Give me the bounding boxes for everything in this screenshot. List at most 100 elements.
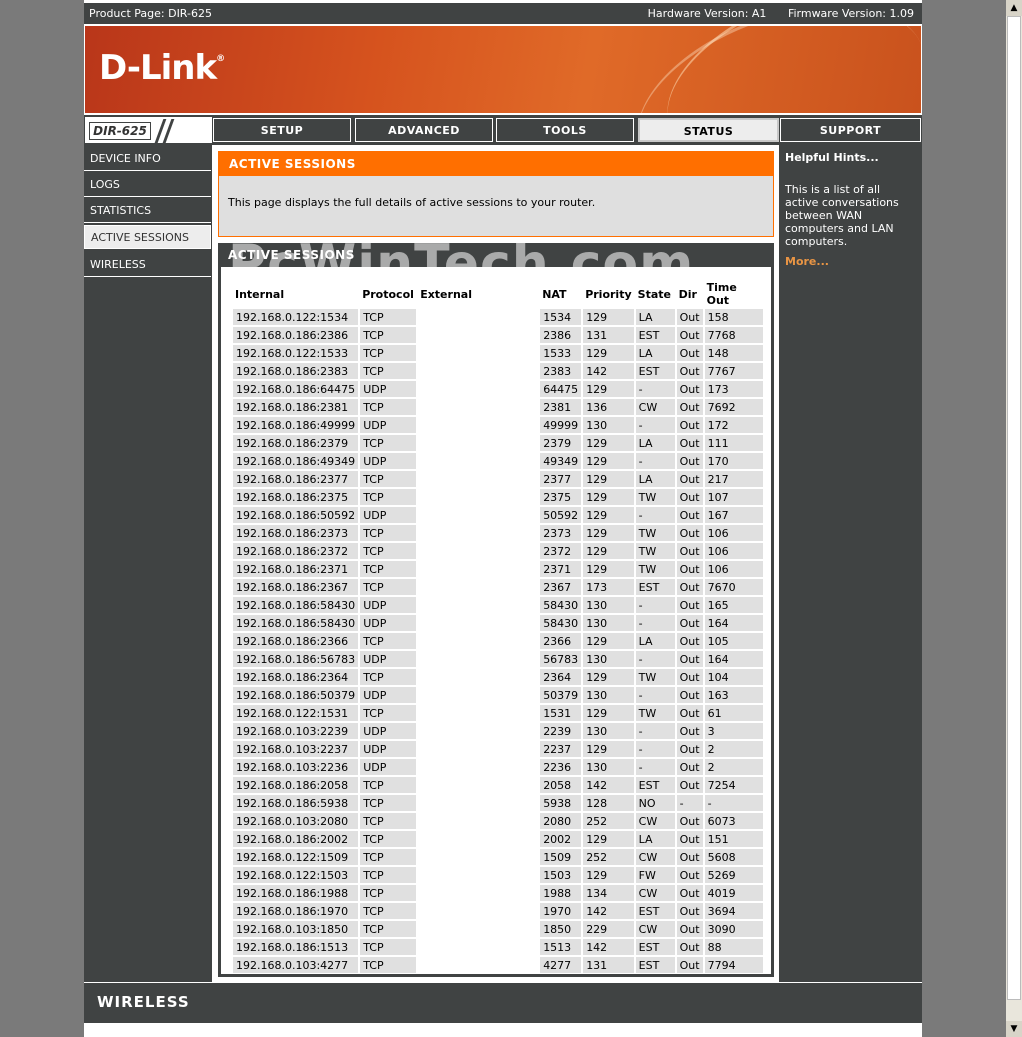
table-row: 192.168.0.186:2371 TCP 2371 129 TW Out 106 bbox=[233, 561, 763, 577]
sidebar-item-wireless[interactable]: WIRELESS bbox=[84, 253, 211, 277]
cell-priority: 129 bbox=[583, 867, 634, 883]
cell-external bbox=[418, 309, 539, 325]
table-row: 192.168.0.122:1533 TCP 1533 129 LA Out 148 bbox=[233, 345, 763, 361]
sessions-title: ACTIVE SESSIONS bbox=[228, 248, 355, 262]
cell-nat: 1970 bbox=[540, 903, 582, 919]
cell-priority: 229 bbox=[583, 921, 634, 937]
cell-timeout: 172 bbox=[704, 417, 763, 433]
cell-protocol: TCP bbox=[360, 813, 417, 829]
hints-more-link[interactable]: More... bbox=[785, 255, 829, 268]
cell-nat: 2377 bbox=[540, 471, 582, 487]
scroll-up-arrow-icon[interactable]: ▲ bbox=[1006, 0, 1022, 16]
cell-nat: 2367 bbox=[540, 579, 582, 595]
table-row: 192.168.0.186:56783 UDP 56783 130- Out 164 bbox=[233, 651, 763, 667]
cell-timeout: 3 bbox=[704, 723, 763, 739]
scrollbar-thumb[interactable] bbox=[1007, 16, 1021, 1000]
cell-internal: 192.168.0.186:2375 bbox=[233, 489, 359, 505]
cell-nat: 2364 bbox=[540, 669, 582, 685]
cell-dir: Out bbox=[676, 885, 703, 901]
cell-priority: 130 bbox=[583, 651, 634, 667]
cell-internal: 192.168.0.186:64475 bbox=[233, 381, 359, 397]
cell-priority: 130 bbox=[583, 597, 634, 613]
cell-state: EST bbox=[635, 777, 675, 793]
cell-state: CW bbox=[635, 399, 675, 415]
cell-nat: 2379 bbox=[540, 435, 582, 451]
cell-nat: 2381 bbox=[540, 399, 582, 415]
cell-priority: 131 bbox=[583, 327, 634, 343]
tab-support[interactable]: SUPPORT bbox=[780, 118, 921, 142]
tab-status[interactable]: STATUS bbox=[638, 118, 779, 142]
cell-internal: 192.168.0.186:50592 bbox=[233, 507, 359, 523]
cell-state: LA bbox=[635, 345, 675, 361]
cell-protocol: UDP bbox=[360, 741, 417, 757]
table-row: 192.168.0.103:2237 UDP 2237 129- Out 2 bbox=[233, 741, 763, 757]
cell-dir: - bbox=[676, 795, 703, 811]
cell-external bbox=[418, 417, 539, 433]
cell-state: EST bbox=[635, 939, 675, 955]
cell-nat: 1509 bbox=[540, 849, 582, 865]
table-row: 192.168.0.186:2372 TCP 2372 129 TW Out 106 bbox=[233, 543, 763, 559]
cell-priority: 130 bbox=[583, 615, 634, 631]
col-internal: Internal bbox=[233, 281, 359, 307]
tab-tools[interactable]: TOOLS bbox=[496, 118, 634, 142]
col-priority: Priority bbox=[583, 281, 634, 307]
main-nav: DIR-625 SETUP ADVANCED TOOLS STATUS SUPP… bbox=[84, 115, 922, 145]
cell-dir: Out bbox=[676, 381, 703, 397]
cell-dir: Out bbox=[676, 813, 703, 829]
cell-priority: 130 bbox=[583, 417, 634, 433]
cell-priority: 252 bbox=[583, 849, 634, 865]
intro-text: This page displays the full details of a… bbox=[228, 196, 596, 209]
table-row: 192.168.0.186:2373 TCP 2373 129 TW Out 106 bbox=[233, 525, 763, 541]
sidebar-item-statistics[interactable]: STATISTICS bbox=[84, 199, 211, 223]
cell-protocol: TCP bbox=[360, 525, 417, 541]
cell-dir: Out bbox=[676, 471, 703, 487]
cell-nat: 4277 bbox=[540, 957, 582, 973]
sidebar-item-active-sessions[interactable]: ACTIVE SESSIONS bbox=[84, 225, 211, 249]
sidebar: DEVICE INFO LOGS STATISTICS ACTIVE SESSI… bbox=[84, 145, 212, 982]
cell-nat: 2080 bbox=[540, 813, 582, 829]
router-page: Product Page: DIR-625 Hardware Version: … bbox=[84, 0, 922, 1037]
cell-external bbox=[418, 597, 539, 613]
cell-external bbox=[418, 453, 539, 469]
cell-timeout: - bbox=[704, 795, 763, 811]
sidebar-item-logs[interactable]: LOGS bbox=[84, 173, 211, 197]
cell-state: TW bbox=[635, 489, 675, 505]
cell-protocol: UDP bbox=[360, 759, 417, 775]
cell-state: TW bbox=[635, 705, 675, 721]
cell-state: LA bbox=[635, 435, 675, 451]
cell-state: CW bbox=[635, 921, 675, 937]
cell-timeout: 106 bbox=[704, 561, 763, 577]
cell-internal: 192.168.0.186:1513 bbox=[233, 939, 359, 955]
sidebar-item-device-info[interactable]: DEVICE INFO bbox=[84, 147, 211, 171]
cell-protocol: UDP bbox=[360, 453, 417, 469]
cell-priority: 130 bbox=[583, 759, 634, 775]
model-badge: DIR-625 bbox=[85, 117, 212, 143]
cell-internal: 192.168.0.186:56783 bbox=[233, 651, 359, 667]
main-content: ACTIVE SESSIONS This page displays the f… bbox=[213, 145, 778, 982]
cell-external bbox=[418, 633, 539, 649]
cell-state: LA bbox=[635, 831, 675, 847]
cell-nat: 2375 bbox=[540, 489, 582, 505]
tab-setup[interactable]: SETUP bbox=[213, 118, 351, 142]
cell-timeout: 7768 bbox=[704, 327, 763, 343]
product-page-label: Product Page: DIR-625 bbox=[89, 7, 212, 20]
cell-dir: Out bbox=[676, 903, 703, 919]
cell-nat: 50379 bbox=[540, 687, 582, 703]
tab-advanced[interactable]: ADVANCED bbox=[355, 118, 493, 142]
cell-state: - bbox=[635, 597, 675, 613]
cell-priority: 129 bbox=[583, 543, 634, 559]
cell-nat: 2386 bbox=[540, 327, 582, 343]
cell-dir: Out bbox=[676, 435, 703, 451]
cell-timeout: 107 bbox=[704, 489, 763, 505]
intro-title: ACTIVE SESSIONS bbox=[219, 152, 773, 176]
cell-timeout: 7254 bbox=[704, 777, 763, 793]
cell-external bbox=[418, 651, 539, 667]
cell-internal: 192.168.0.186:5938 bbox=[233, 795, 359, 811]
cell-external bbox=[418, 579, 539, 595]
vertical-scrollbar[interactable]: ▲ ▼ bbox=[1006, 0, 1022, 1037]
cell-dir: Out bbox=[676, 921, 703, 937]
header-banner: D-Link® bbox=[85, 26, 921, 113]
scroll-down-arrow-icon[interactable]: ▼ bbox=[1006, 1021, 1022, 1037]
cell-external bbox=[418, 435, 539, 451]
cell-external bbox=[418, 687, 539, 703]
